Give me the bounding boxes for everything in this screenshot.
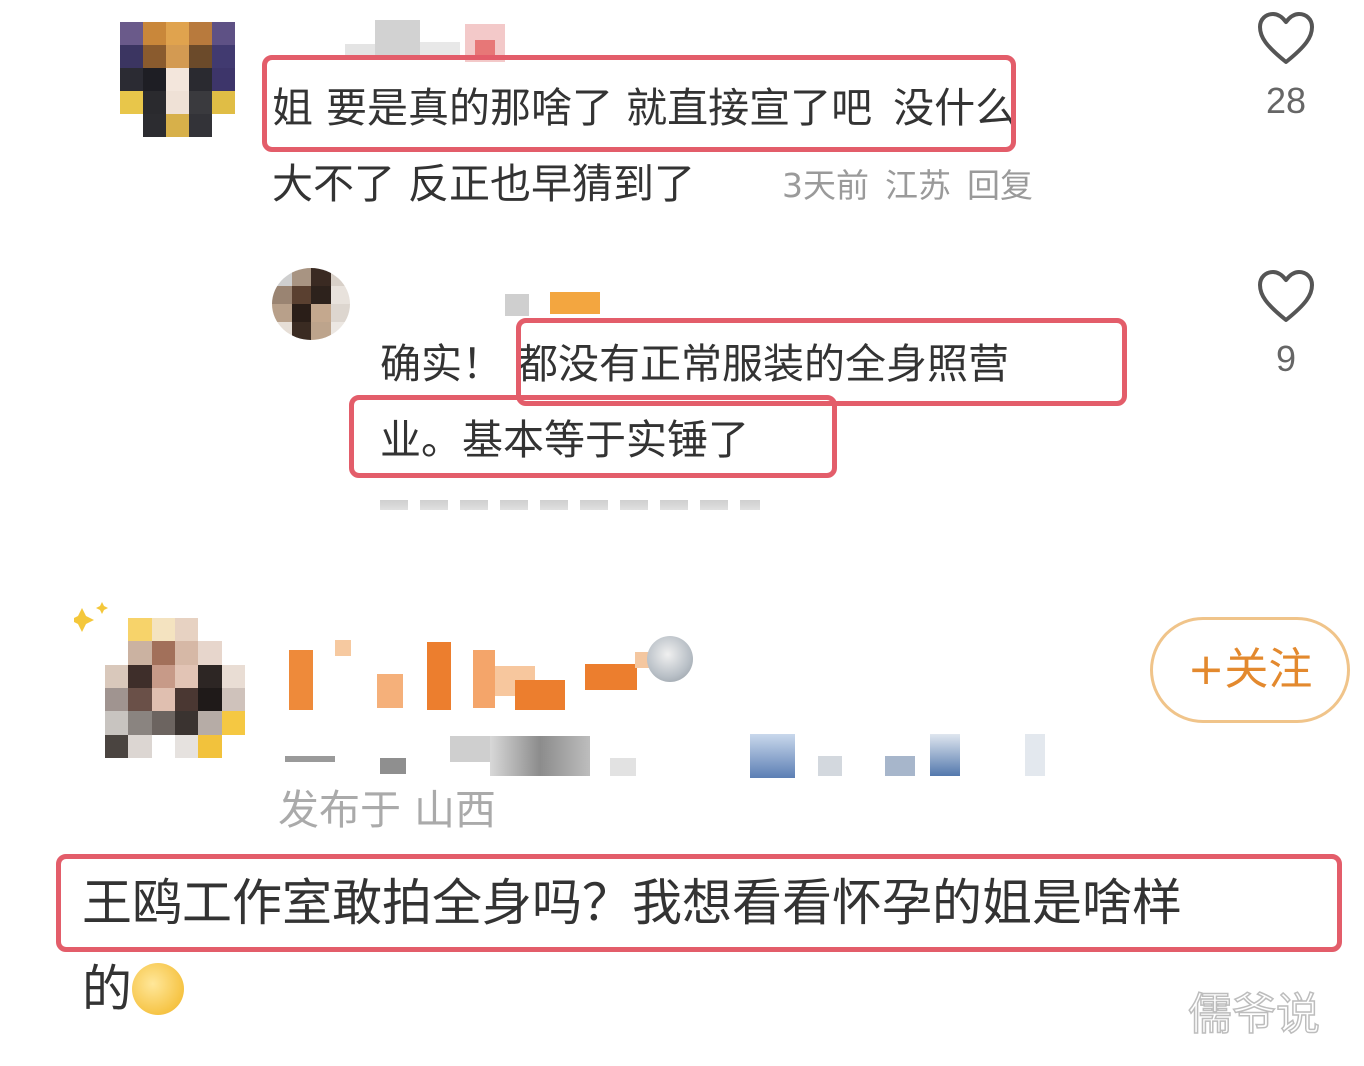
highlight-box	[56, 854, 1342, 952]
highlight-box	[516, 318, 1127, 406]
heart-outline-icon	[1258, 270, 1314, 322]
section-divider	[0, 500, 1364, 570]
heart-outline-icon	[1258, 12, 1314, 64]
smiling-face-emoji-icon	[132, 962, 184, 1015]
medal-badge-icon	[647, 636, 693, 682]
like-count: 28	[1265, 80, 1307, 121]
highlight-box	[349, 395, 837, 478]
post-text-end: 的	[82, 960, 132, 1018]
watermark: 儒爷说	[1187, 988, 1321, 1041]
reply-prefix: 确实！	[380, 340, 503, 388]
like-button[interactable]: 28	[1246, 10, 1326, 122]
reply-button[interactable]: 回复	[967, 166, 1033, 205]
follow-button[interactable]: +关注	[1150, 617, 1350, 723]
post-text-line2: 的	[82, 944, 184, 1034]
comment-time: 3天前	[782, 166, 869, 205]
reply-avatar[interactable]	[272, 268, 350, 340]
comment-location: 江苏	[885, 166, 951, 205]
poster-name-blurred[interactable]	[285, 636, 705, 716]
like-count: 9	[1275, 338, 1297, 379]
reply-username-blurred[interactable]	[505, 292, 605, 320]
like-button[interactable]: 9	[1246, 268, 1326, 380]
comment-text-line2: 大不了 反正也早猜到了	[272, 160, 696, 208]
highlight-box	[262, 55, 1016, 152]
poster-signature-blurred	[285, 730, 1085, 780]
avatar[interactable]	[120, 22, 235, 137]
comment-meta: 3天前 江苏 回复	[782, 164, 1049, 208]
poster-avatar[interactable]	[105, 618, 245, 758]
published-location: 发布于 山西	[278, 786, 497, 834]
